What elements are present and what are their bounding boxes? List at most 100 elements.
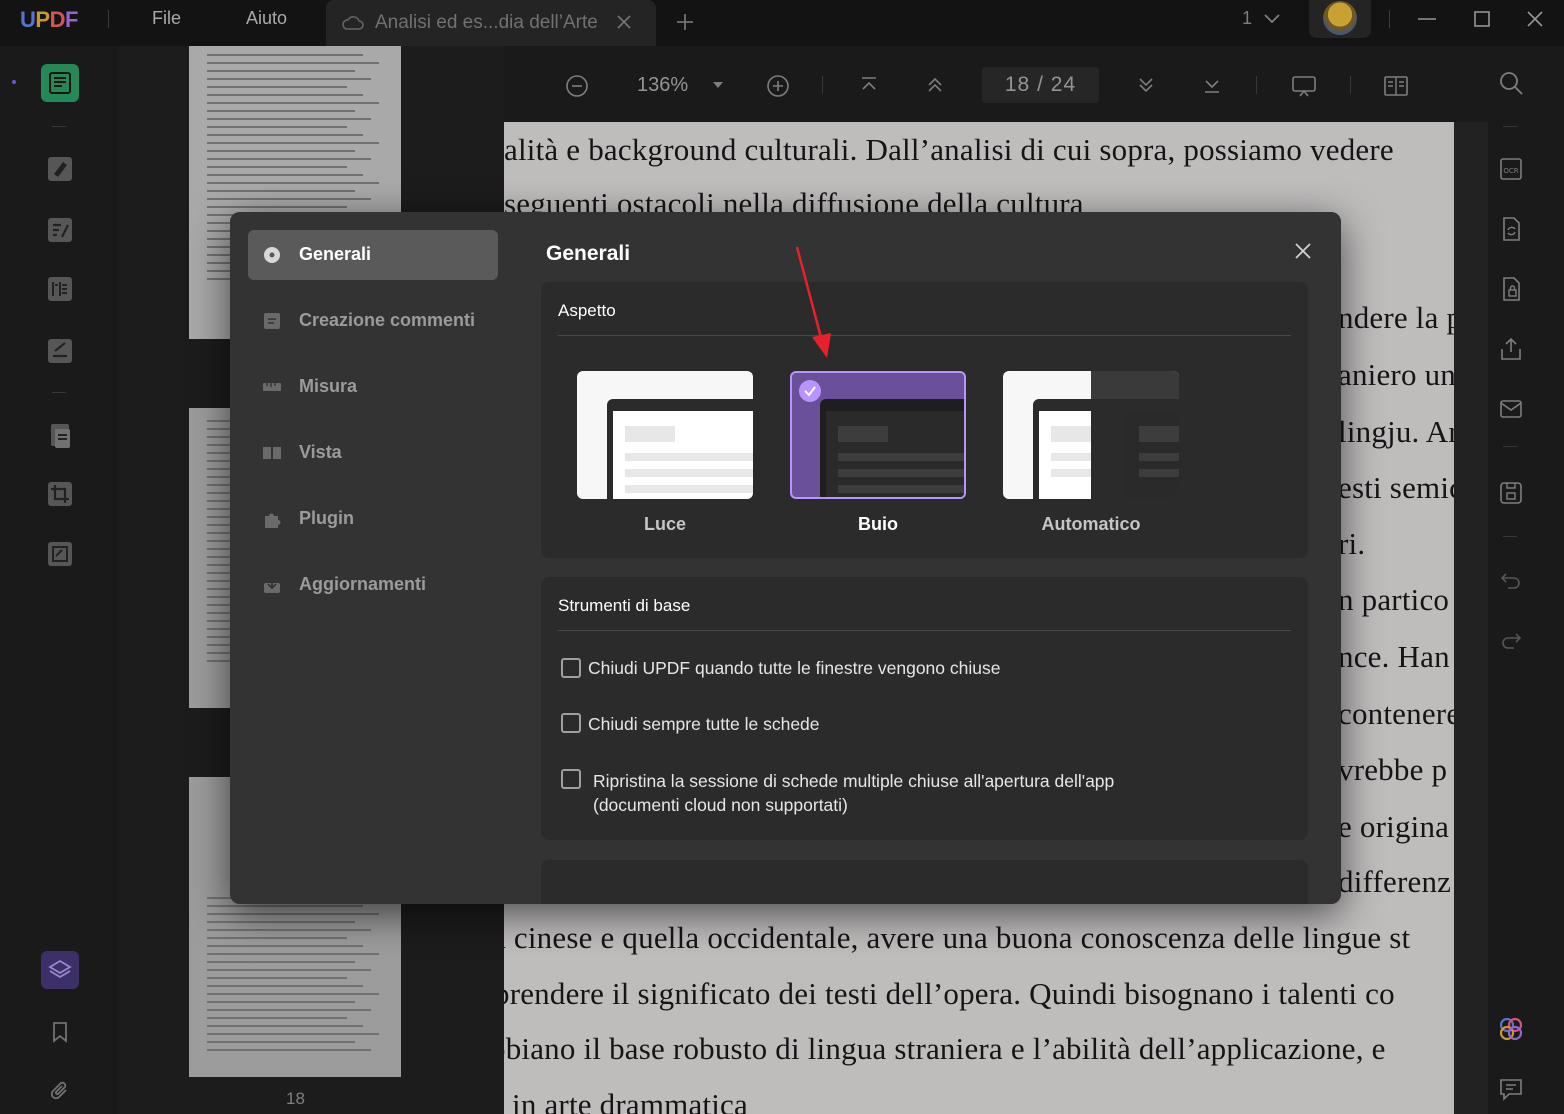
search-icon[interactable] [1498, 70, 1524, 96]
thumbnail-text-line [207, 134, 363, 136]
page-layout-icon[interactable] [1383, 74, 1409, 98]
save-icon[interactable] [1498, 480, 1524, 506]
thumbnail-text-line [207, 54, 363, 56]
notification-dot [12, 80, 16, 84]
theme-auto-option[interactable] [1003, 371, 1179, 499]
section-title: Strumenti di base [558, 596, 691, 615]
last-page-icon[interactable] [1201, 74, 1223, 96]
theme-preview-line [838, 469, 964, 477]
theme-preview-line [838, 485, 964, 493]
section-divider [558, 630, 1291, 631]
page-input[interactable]: 18 / 24 [982, 67, 1099, 103]
thumbnail-text-line [207, 945, 363, 947]
user-avatar[interactable] [1309, 0, 1371, 38]
restore-session-label: Ripristina la sessione di schede multipl… [593, 771, 1115, 791]
cloud-icon [342, 16, 364, 30]
document-line: esti semic [1338, 470, 1454, 505]
nav-item-general[interactable]: Generali [248, 230, 498, 280]
thumbnail-text-line [207, 985, 363, 987]
comments-icon[interactable] [1498, 1076, 1524, 1102]
appearance-section: Aspetto Luce Buio Automatico [541, 282, 1308, 558]
convert-file-icon[interactable] [1498, 216, 1524, 242]
document-line: alità e background culturali. Dall’anali… [504, 132, 1394, 167]
thumbnail-text-line [207, 126, 347, 128]
zoom-in-icon[interactable] [766, 74, 790, 98]
bookmark-tool[interactable] [41, 1013, 79, 1051]
reader-tool[interactable] [41, 64, 79, 102]
thumbnail-text-line [207, 961, 355, 963]
nav-item-plugin[interactable]: Plugin [248, 494, 498, 544]
ocr-tool[interactable] [41, 535, 79, 573]
thumbnail-text-line [207, 921, 355, 923]
next-section [541, 860, 1308, 904]
new-tab-icon[interactable] [675, 12, 695, 32]
email-icon[interactable] [1498, 396, 1524, 422]
layers-tool[interactable] [41, 951, 79, 989]
chevron-down-icon[interactable] [1263, 13, 1281, 25]
thumbnail-text-line [207, 158, 371, 160]
organize-tool[interactable] [41, 270, 79, 308]
crop-tool[interactable] [41, 475, 79, 513]
thumbnail-text-line [207, 993, 379, 995]
section-divider [558, 335, 1291, 336]
updf-logo: UPDF [20, 7, 78, 32]
theme-light-option[interactable] [577, 371, 753, 499]
close-dialog-icon[interactable] [1294, 242, 1312, 260]
zoom-dropdown-icon[interactable] [712, 81, 724, 89]
menu-file[interactable]: File [152, 8, 181, 29]
form-icon [48, 339, 72, 363]
redo-icon[interactable] [1498, 626, 1524, 652]
nav-item-comments[interactable]: Creazione commenti [248, 296, 498, 346]
close-tabs-checkbox[interactable] [561, 713, 581, 733]
document-tab[interactable]: Analisi ed es...dia dell’Arte [326, 0, 656, 46]
thumbnail-text-line [207, 142, 379, 144]
undo-icon[interactable] [1498, 566, 1524, 592]
theme-preview-line [1051, 469, 1091, 477]
nav-item-updates[interactable]: Aggiornamenti [248, 560, 498, 610]
general-icon [264, 247, 280, 263]
restore-session-checkbox[interactable] [561, 769, 581, 789]
svg-text:OCR: OCR [1503, 167, 1518, 175]
close-window-icon[interactable] [1524, 8, 1546, 30]
thumbnail-text-line [207, 1001, 355, 1003]
presentation-icon[interactable] [1291, 74, 1317, 98]
thumbnail-text-line [207, 1049, 371, 1051]
share-icon[interactable] [1498, 336, 1524, 362]
document-line: e origina [1338, 809, 1450, 844]
document-line: aniero un [1338, 357, 1454, 392]
pages-tool[interactable] [41, 417, 79, 455]
comment-tool[interactable] [41, 150, 79, 188]
maximize-icon[interactable] [1471, 8, 1493, 30]
toolbar-divider [1350, 76, 1351, 94]
thumbnail-text-line [207, 118, 371, 120]
close-app-checkbox[interactable] [561, 658, 581, 678]
theme-preview-line [625, 426, 675, 442]
form-tool[interactable] [41, 332, 79, 370]
right-toolbar: OCR [1488, 46, 1564, 1114]
minimize-icon[interactable] [1416, 8, 1438, 30]
theme-auto-label: Automatico [1041, 514, 1141, 534]
zoom-out-icon[interactable] [565, 74, 589, 98]
thumbnail-text-line [207, 1017, 347, 1019]
theme-dark-option[interactable] [790, 371, 966, 499]
next-page-icon[interactable] [1135, 74, 1157, 96]
ocr-icon[interactable]: OCR [1498, 156, 1524, 182]
edit-tool[interactable] [41, 211, 79, 249]
crop-icon [48, 482, 72, 506]
document-line: obiano il base robusto di lingua stranie… [504, 1031, 1386, 1066]
previous-page-icon[interactable] [924, 74, 946, 96]
attachment-tool[interactable] [41, 1072, 79, 1110]
thumbnail-text-line [207, 102, 379, 104]
first-page-icon[interactable] [858, 74, 880, 96]
organize-icon [48, 277, 72, 301]
menu-help[interactable]: Aiuto [246, 8, 287, 29]
nav-item-view[interactable]: Vista [248, 428, 498, 478]
zoom-level[interactable]: 136% [637, 74, 688, 97]
thumbnail-text-line [207, 86, 347, 88]
thumbnail-text-line [207, 110, 355, 112]
nav-item-measure[interactable]: Misura [248, 362, 498, 412]
thumbnail-text-line [207, 937, 347, 939]
ai-assistant-icon[interactable] [1498, 1016, 1524, 1042]
close-tab-icon[interactable] [615, 13, 633, 31]
protect-file-icon[interactable] [1498, 276, 1524, 302]
